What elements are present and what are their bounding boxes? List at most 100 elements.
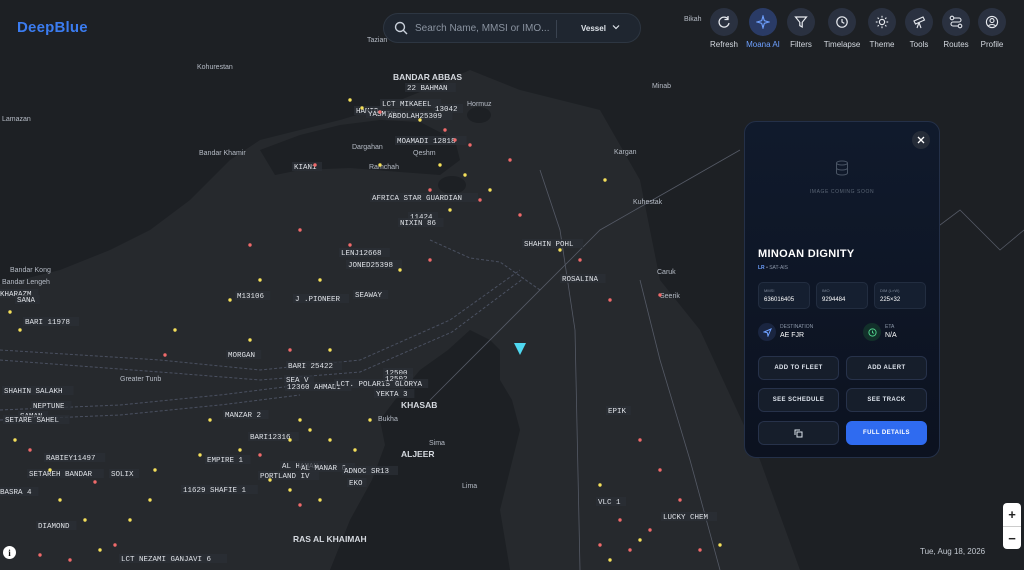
search-type-select[interactable]: Vessel xyxy=(581,24,606,33)
vessel-marker[interactable] xyxy=(328,438,332,442)
vessel-marker[interactable] xyxy=(638,538,642,542)
vessel-marker[interactable] xyxy=(173,328,177,332)
vessel-marker[interactable] xyxy=(98,548,102,552)
see-schedule-button[interactable]: SEE SCHEDULE xyxy=(758,388,839,412)
vessel-marker[interactable] xyxy=(618,518,622,522)
vessel-label[interactable]: MORGAN xyxy=(226,350,262,360)
vessel-marker[interactable] xyxy=(598,543,602,547)
vessel-label[interactable]: EKO xyxy=(347,478,367,488)
vessel-marker[interactable] xyxy=(268,478,272,482)
vessel-marker[interactable] xyxy=(298,228,302,232)
vessel-label[interactable]: BARI 25422 xyxy=(286,361,342,371)
vessel-label[interactable]: SETARE SAHEL xyxy=(3,415,70,425)
vessel-marker[interactable] xyxy=(113,543,117,547)
search-bar[interactable]: Search Name, MMSI or IMO... Vessel xyxy=(383,13,641,43)
vessel-label[interactable]: BARI 11978 xyxy=(23,317,79,327)
zoom-out-button[interactable]: − xyxy=(1003,527,1021,550)
vessel-label[interactable]: RABIEY11497 xyxy=(44,453,106,463)
vessel-marker[interactable] xyxy=(608,558,612,562)
vessel-label[interactable]: BASRA 4 xyxy=(0,487,39,497)
add-to-fleet-button[interactable]: ADD TO FLEET xyxy=(758,356,839,380)
vessel-marker[interactable] xyxy=(428,188,432,192)
vessel-marker[interactable] xyxy=(58,498,62,502)
vessel-marker[interactable] xyxy=(208,418,212,422)
vessel-label[interactable]: NIXIN 86 xyxy=(398,218,444,228)
vessel-marker[interactable] xyxy=(48,468,52,472)
vessel-marker[interactable] xyxy=(448,208,452,212)
vessel-marker[interactable] xyxy=(38,553,42,557)
vessel-marker[interactable] xyxy=(698,548,702,552)
vessel-label[interactable]: MANZAR 2 xyxy=(223,410,269,420)
vessel-marker[interactable] xyxy=(83,518,87,522)
vessel-marker[interactable] xyxy=(578,258,582,262)
vessel-marker[interactable] xyxy=(298,503,302,507)
copy-button[interactable] xyxy=(758,421,839,445)
info-icon[interactable]: i xyxy=(3,546,16,559)
vessel-marker[interactable] xyxy=(378,163,382,167)
vessel-marker[interactable] xyxy=(508,158,512,162)
vessel-marker[interactable] xyxy=(328,348,332,352)
vessel-label[interactable]: SETAREH BANDAR xyxy=(27,469,104,479)
vessel-marker[interactable] xyxy=(603,178,607,182)
tools-button[interactable]: Tools xyxy=(899,8,939,49)
vessel-label[interactable]: DIAMOND xyxy=(36,521,77,531)
add-alert-button[interactable]: ADD ALERT xyxy=(846,356,927,380)
vessel-marker[interactable] xyxy=(443,128,447,132)
vessel-marker[interactable] xyxy=(288,488,292,492)
chevron-down-icon[interactable] xyxy=(612,23,620,31)
vessel-label[interactable]: ROSALINA xyxy=(560,274,606,284)
vessel-marker[interactable] xyxy=(488,188,492,192)
vessel-label[interactable]: SANA xyxy=(15,295,40,305)
vessel-label[interactable]: SOLIX xyxy=(109,469,139,479)
vessel-marker[interactable] xyxy=(518,213,522,217)
vessel-label[interactable]: M13106 xyxy=(235,291,271,301)
moana-ai-button[interactable]: Moana AI xyxy=(743,8,783,49)
see-track-button[interactable]: SEE TRACK xyxy=(846,388,927,412)
close-button[interactable] xyxy=(912,131,930,149)
vessel-label[interactable]: LENJ12668 xyxy=(339,248,390,258)
vessel-label[interactable]: LUCKY CHEM xyxy=(661,512,717,522)
vessel-marker[interactable] xyxy=(453,138,457,142)
vessel-marker[interactable] xyxy=(598,483,602,487)
vessel-label[interactable]: VLC 1 xyxy=(596,497,626,507)
vessel-marker[interactable] xyxy=(68,558,72,562)
vessel-marker[interactable] xyxy=(428,258,432,262)
vessel-marker[interactable] xyxy=(378,110,382,114)
vessel-marker[interactable] xyxy=(438,163,442,167)
vessel-marker[interactable] xyxy=(318,498,322,502)
vessel-marker[interactable] xyxy=(658,293,662,297)
vessel-marker[interactable] xyxy=(718,543,722,547)
vessel-label[interactable]: AFRICA STAR GUARDIAN xyxy=(370,193,478,203)
timelapse-button[interactable]: Timelapse xyxy=(822,8,862,49)
vessel-marker[interactable] xyxy=(93,480,97,484)
vessel-marker[interactable] xyxy=(348,98,352,102)
vessel-marker[interactable] xyxy=(18,328,22,332)
vessel-marker[interactable] xyxy=(308,428,312,432)
vessel-label[interactable]: SHAHIN POHL xyxy=(522,239,584,249)
vessel-marker[interactable] xyxy=(288,348,292,352)
vessel-marker[interactable] xyxy=(13,438,17,442)
vessel-label[interactable]: JONED25398 xyxy=(346,260,402,270)
vessel-marker[interactable] xyxy=(558,248,562,252)
vessel-label[interactable]: YEKTA 3 xyxy=(374,389,415,399)
vessel-label[interactable]: SHAHIN SALAKH xyxy=(2,386,74,396)
vessel-marker[interactable] xyxy=(353,448,357,452)
filters-button[interactable]: Filters xyxy=(781,8,821,49)
profile-button[interactable]: Profile xyxy=(972,8,1012,49)
vessel-label[interactable]: ADNOC SR13 xyxy=(342,466,398,476)
vessel-label[interactable]: PORTLAND IV xyxy=(258,471,320,481)
brand-logo[interactable]: DeepBlue xyxy=(17,19,88,36)
vessel-marker[interactable] xyxy=(153,468,157,472)
vessel-label[interactable]: GLORYA xyxy=(393,379,429,389)
routes-button[interactable]: Routes xyxy=(936,8,976,49)
vessel-label[interactable]: SEAWAY xyxy=(353,290,389,300)
vessel-marker[interactable] xyxy=(148,498,152,502)
vessel-marker[interactable] xyxy=(678,498,682,502)
refresh-button[interactable]: Refresh xyxy=(704,8,744,49)
vessel-marker[interactable] xyxy=(608,298,612,302)
vessel-marker[interactable] xyxy=(248,243,252,247)
vessel-marker[interactable] xyxy=(658,468,662,472)
vessel-marker[interactable] xyxy=(8,310,12,314)
search-input[interactable]: Search Name, MMSI or IMO... xyxy=(415,23,549,34)
vessel-marker[interactable] xyxy=(648,528,652,532)
